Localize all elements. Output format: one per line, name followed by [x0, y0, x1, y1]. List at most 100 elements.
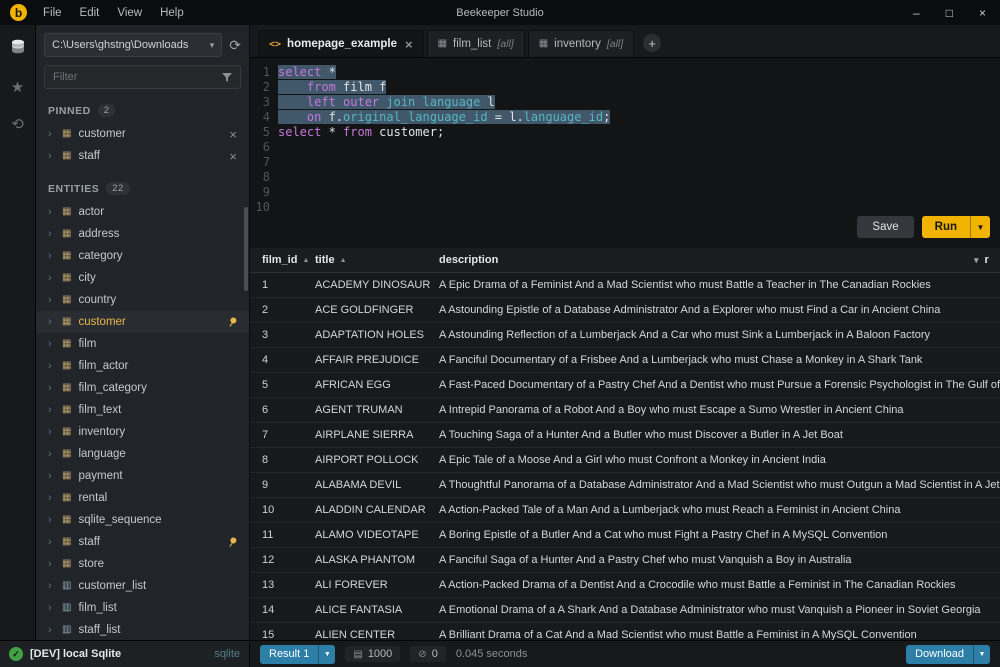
chevron-right-icon[interactable]: ›: [48, 448, 55, 460]
chevron-right-icon[interactable]: ›: [48, 150, 55, 162]
entity-language[interactable]: ›▦language: [36, 443, 249, 465]
chevron-right-icon[interactable]: ›: [48, 316, 55, 328]
table-row[interactable]: 4AFFAIR PREJUDICEA Fanciful Documentary …: [250, 348, 1000, 373]
minimize-icon[interactable]: –: [913, 6, 920, 20]
entity-staff_list[interactable]: ›▥staff_list: [36, 619, 249, 640]
entity-city[interactable]: ›▦city: [36, 267, 249, 289]
tab-inventory[interactable]: ▦inventory[all]: [528, 30, 634, 57]
table-row[interactable]: 12ALASKA PHANTOMA Fanciful Saga of a Hun…: [250, 548, 1000, 573]
entity-filter-input[interactable]: [44, 65, 241, 89]
entity-rental[interactable]: ›▦rental: [36, 487, 249, 509]
table-row[interactable]: 6AGENT TRUMANA Intrepid Panorama of a Ro…: [250, 398, 1000, 423]
pin-icon[interactable]: [225, 535, 240, 550]
add-tab-button[interactable]: +: [643, 34, 661, 52]
line-number: 8: [250, 170, 270, 185]
chevron-right-icon[interactable]: ›: [48, 338, 55, 350]
column-header-title[interactable]: title▲: [307, 248, 431, 272]
entity-customer_list[interactable]: ›▥customer_list: [36, 575, 249, 597]
tab-homepage_example[interactable]: <>homepage_example×: [258, 30, 424, 57]
table-row[interactable]: 11ALAMO VIDEOTAPEA Boring Epistle of a B…: [250, 523, 1000, 548]
chevron-right-icon[interactable]: ›: [48, 206, 55, 218]
result-dropdown-caret-icon[interactable]: ▼: [318, 645, 335, 664]
entity-store[interactable]: ›▦store: [36, 553, 249, 575]
menu-file[interactable]: File: [43, 7, 62, 19]
chevron-right-icon[interactable]: ›: [48, 360, 55, 372]
pin-icon[interactable]: [225, 315, 240, 330]
entity-label: payment: [78, 470, 237, 482]
result-select-button[interactable]: Result 1: [260, 645, 318, 664]
chevron-right-icon[interactable]: ›: [48, 426, 55, 438]
refresh-icon[interactable]: ⟳: [229, 37, 241, 54]
table-row[interactable]: 3ADAPTATION HOLESA Astounding Reflection…: [250, 323, 1000, 348]
chevron-right-icon[interactable]: ›: [48, 128, 55, 140]
table-row[interactable]: 14ALICE FANTASIAA Emotional Drama of a A…: [250, 598, 1000, 623]
close-tab-icon[interactable]: ×: [405, 38, 413, 51]
pinned-item-customer[interactable]: ›▦customer×: [36, 123, 249, 145]
entity-film_text[interactable]: ›▦film_text: [36, 399, 249, 421]
entity-film_list[interactable]: ›▥film_list: [36, 597, 249, 619]
chevron-right-icon[interactable]: ›: [48, 558, 55, 570]
table-row[interactable]: 9ALABAMA DEVILA Thoughtful Panorama of a…: [250, 473, 1000, 498]
table-row[interactable]: 10ALADDIN CALENDARA Action-Packed Tale o…: [250, 498, 1000, 523]
filter-funnel-icon[interactable]: [222, 72, 232, 86]
entity-inventory[interactable]: ›▦inventory: [36, 421, 249, 443]
chevron-right-icon[interactable]: ›: [48, 250, 55, 262]
column-header-film_id[interactable]: film_id▲: [250, 248, 307, 272]
chevron-right-icon[interactable]: ›: [48, 404, 55, 416]
chevron-right-icon[interactable]: ›: [48, 514, 55, 526]
unpin-icon[interactable]: ×: [229, 150, 237, 163]
close-icon[interactable]: ×: [979, 6, 986, 20]
cell-film-id: 9: [250, 479, 307, 491]
entity-film[interactable]: ›▦film: [36, 333, 249, 355]
table-row[interactable]: 7AIRPLANE SIERRAA Touching Saga of a Hun…: [250, 423, 1000, 448]
entity-film_category[interactable]: ›▦film_category: [36, 377, 249, 399]
entity-country[interactable]: ›▦country: [36, 289, 249, 311]
menu-help[interactable]: Help: [160, 7, 184, 19]
run-button[interactable]: Run: [922, 216, 970, 238]
table-row[interactable]: 2ACE GOLDFINGERA Astounding Epistle of a…: [250, 298, 1000, 323]
database-icon[interactable]: [10, 39, 26, 58]
entity-sqlite_sequence[interactable]: ›▦sqlite_sequence: [36, 509, 249, 531]
unpin-icon[interactable]: ×: [229, 128, 237, 141]
maximize-icon[interactable]: □: [946, 6, 953, 20]
table-row[interactable]: 13ALI FOREVERA Action-Packed Drama of a …: [250, 573, 1000, 598]
column-menu-chevron-icon[interactable]: ▾: [974, 255, 979, 266]
entity-category[interactable]: ›▦category: [36, 245, 249, 267]
entity-staff[interactable]: ›▦staff: [36, 531, 249, 553]
download-dropdown-caret-icon[interactable]: ▼: [973, 645, 990, 664]
sidebar-scrollbar[interactable]: [244, 207, 248, 291]
entity-address[interactable]: ›▦address: [36, 223, 249, 245]
run-dropdown-caret-icon[interactable]: ▼: [970, 216, 990, 238]
table-row[interactable]: 8AIRPORT POLLOCKA Epic Tale of a Moose A…: [250, 448, 1000, 473]
chevron-right-icon[interactable]: ›: [48, 382, 55, 394]
chevron-right-icon[interactable]: ›: [48, 536, 55, 548]
chevron-right-icon[interactable]: ›: [48, 272, 55, 284]
sql-editor[interactable]: 12345678910 select * from film f left ou…: [250, 58, 1000, 248]
favorites-star-icon[interactable]: ★: [11, 80, 24, 95]
chevron-right-icon[interactable]: ›: [48, 602, 55, 614]
cell-description: A Thoughtful Panorama of a Database Admi…: [431, 479, 1000, 491]
entity-payment[interactable]: ›▦payment: [36, 465, 249, 487]
menu-edit[interactable]: Edit: [80, 7, 100, 19]
menu-view[interactable]: View: [117, 7, 142, 19]
chevron-right-icon[interactable]: ›: [48, 294, 55, 306]
history-icon[interactable]: ⟲: [11, 117, 24, 132]
chevron-right-icon[interactable]: ›: [48, 470, 55, 482]
pinned-item-staff[interactable]: ›▦staff×: [36, 145, 249, 167]
chevron-right-icon[interactable]: ›: [48, 624, 55, 636]
entity-film_actor[interactable]: ›▦film_actor: [36, 355, 249, 377]
database-path-select[interactable]: C:\Users\ghstng\Downloads ▾: [44, 33, 222, 57]
table-row[interactable]: 1ACADEMY DINOSAURA Epic Drama of a Femin…: [250, 273, 1000, 298]
chevron-right-icon[interactable]: ›: [48, 228, 55, 240]
entity-customer[interactable]: ›▦customer: [36, 311, 249, 333]
column-header-description[interactable]: description: [431, 248, 974, 272]
table-icon: ▦: [62, 427, 71, 437]
chevron-right-icon[interactable]: ›: [48, 580, 55, 592]
download-button[interactable]: Download: [906, 645, 973, 664]
save-button[interactable]: Save: [857, 216, 913, 238]
entity-actor[interactable]: ›▦actor: [36, 201, 249, 223]
table-row[interactable]: 5AFRICAN EGGA Fast-Paced Documentary of …: [250, 373, 1000, 398]
tab-film_list[interactable]: ▦film_list[all]: [427, 30, 525, 57]
table-row[interactable]: 15ALIEN CENTERA Brilliant Drama of a Cat…: [250, 623, 1000, 640]
chevron-right-icon[interactable]: ›: [48, 492, 55, 504]
